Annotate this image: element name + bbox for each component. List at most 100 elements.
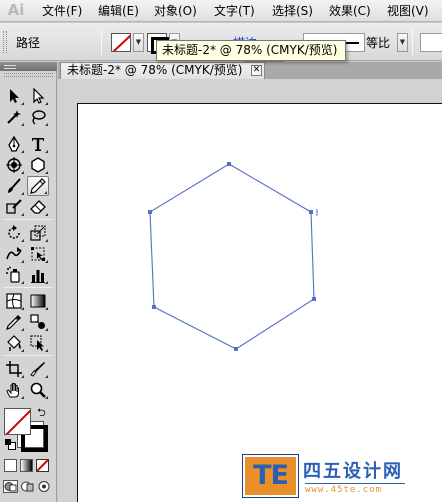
- draw-behind-icon: [21, 481, 34, 492]
- direct-selection-arrow-icon: [33, 87, 45, 104]
- tools-panel: ⮌: [0, 62, 57, 502]
- type-tool[interactable]: [27, 134, 49, 154]
- selection-arrow-icon: [10, 89, 19, 103]
- polygon-tool[interactable]: [27, 155, 49, 175]
- pencil-tool[interactable]: [27, 176, 49, 196]
- toolbox-fill-swatch[interactable]: [4, 408, 31, 435]
- scale-icon: [30, 225, 46, 241]
- menu-bar: Ai 文件(F) 编辑(E) 对象(O) 文字(T) 选择(S) 效果(C) 视…: [0, 0, 442, 22]
- separator: [412, 29, 413, 55]
- tools-panel-header[interactable]: [0, 62, 57, 71]
- crop-tool[interactable]: [3, 359, 25, 379]
- column-graph-icon: [31, 270, 45, 283]
- pencil-icon: [30, 178, 46, 194]
- direct-selection-tool[interactable]: [27, 86, 49, 106]
- flare-icon: [6, 157, 22, 173]
- tools-separator: [3, 287, 53, 288]
- pen-tool[interactable]: [3, 134, 25, 154]
- no-fill-icon: [112, 34, 130, 51]
- mesh-tool[interactable]: [3, 291, 25, 311]
- lasso-icon: [32, 110, 46, 125]
- eraser-tool[interactable]: [27, 197, 49, 217]
- hand-icon: [6, 383, 19, 398]
- profile-dropdown-button[interactable]: ▼: [397, 33, 408, 52]
- control-bar-grip[interactable]: [3, 31, 7, 53]
- magic-wand-tool[interactable]: [3, 107, 25, 127]
- paintbrush-icon: [8, 178, 21, 193]
- tools-panel-grip[interactable]: [4, 73, 53, 77]
- selection-tool[interactable]: [3, 86, 25, 106]
- draw-inside-icon: [38, 481, 50, 492]
- symbol-sprayer-icon: [6, 266, 20, 283]
- eraser-icon: [30, 200, 46, 214]
- pen-nib-icon: [8, 135, 20, 152]
- rotate-icon: [8, 225, 20, 239]
- tools-separator: [3, 355, 53, 356]
- magic-wand-icon: [7, 110, 21, 124]
- menu-file[interactable]: 文件(F): [42, 3, 82, 19]
- free-transform-tool[interactable]: [27, 244, 49, 264]
- blob-brush-tool[interactable]: [3, 197, 25, 217]
- profile-label: 等比: [366, 36, 391, 50]
- swap-fill-stroke-icon[interactable]: ⮌: [37, 407, 49, 419]
- app-logo: Ai: [7, 1, 25, 19]
- tools-separator: [3, 219, 53, 220]
- blob-brush-icon: [6, 199, 22, 214]
- menu-type[interactable]: 文字(T): [214, 3, 255, 19]
- eyedropper-tool[interactable]: [3, 312, 25, 332]
- logo-site-url: www.45te.com: [305, 483, 405, 495]
- artboard[interactable]: [77, 103, 442, 502]
- paint-bucket-icon: [7, 335, 21, 351]
- live-paint-selection-icon: [30, 335, 44, 351]
- live-paint-bucket-tool[interactable]: [3, 333, 25, 353]
- menu-object[interactable]: 对象(O): [154, 3, 197, 19]
- logo-site-name: 四五设计网: [303, 461, 403, 482]
- fill-dropdown-button[interactable]: ▼: [133, 33, 144, 52]
- gradient-icon: [30, 294, 46, 308]
- live-paint-selection-tool[interactable]: [27, 333, 49, 353]
- menu-view[interactable]: 视图(V): [387, 3, 429, 19]
- none-slash-icon: [36, 459, 49, 472]
- document-tab-title: 未标题-2* @ 78% (CMYK/预览): [67, 63, 243, 77]
- no-fill-icon: [5, 409, 30, 434]
- free-transform-icon: [31, 247, 45, 261]
- fill-color-swatch[interactable]: [111, 33, 131, 52]
- spiral-tool[interactable]: [3, 155, 25, 175]
- zoom-tool[interactable]: [27, 380, 49, 400]
- close-icon[interactable]: ✕: [251, 65, 262, 76]
- slice-tool[interactable]: [27, 359, 49, 379]
- color-mode-button[interactable]: [4, 459, 17, 472]
- warp-icon: [6, 247, 22, 260]
- separator: [101, 29, 102, 55]
- lasso-tool[interactable]: [27, 107, 49, 127]
- artboard-icon: [6, 361, 22, 377]
- default-fill-stroke-icon[interactable]: [5, 439, 16, 450]
- document-tab-bar: 未标题-2* @ 78% (CMYK/预览) ✕: [58, 62, 442, 79]
- column-graph-tool[interactable]: [27, 265, 49, 285]
- symbol-sprayer-tool[interactable]: [3, 265, 25, 285]
- menu-edit[interactable]: 编辑(E): [98, 3, 139, 19]
- menu-effect[interactable]: 效果(C): [329, 3, 371, 19]
- none-mode-button[interactable]: [36, 459, 49, 472]
- draw-normal-button[interactable]: [3, 480, 18, 493]
- magnifier-icon: [30, 382, 46, 398]
- blend-icon: [30, 314, 45, 329]
- draw-inside-button[interactable]: [37, 480, 52, 493]
- warp-tool[interactable]: [3, 244, 25, 264]
- slice-knife-icon: [30, 362, 45, 377]
- scale-tool[interactable]: [27, 223, 49, 243]
- menu-select[interactable]: 选择(S): [272, 3, 313, 19]
- mesh-icon: [6, 293, 22, 309]
- paintbrush-tool[interactable]: [3, 176, 25, 196]
- document-tooltip: 未标题-2* @ 78% (CMYK/预览): [156, 40, 346, 61]
- rotate-tool[interactable]: [3, 223, 25, 243]
- hexagon-icon: [31, 157, 45, 173]
- type-t-icon: [32, 138, 44, 151]
- blend-tool[interactable]: [27, 312, 49, 332]
- document-tab[interactable]: 未标题-2* @ 78% (CMYK/预览) ✕: [60, 62, 265, 79]
- gradient-mode-button[interactable]: [20, 459, 33, 472]
- brush-definition-field[interactable]: [420, 33, 442, 52]
- gradient-tool[interactable]: [27, 291, 49, 311]
- draw-behind-button[interactable]: [20, 480, 35, 493]
- hand-tool[interactable]: [3, 380, 25, 400]
